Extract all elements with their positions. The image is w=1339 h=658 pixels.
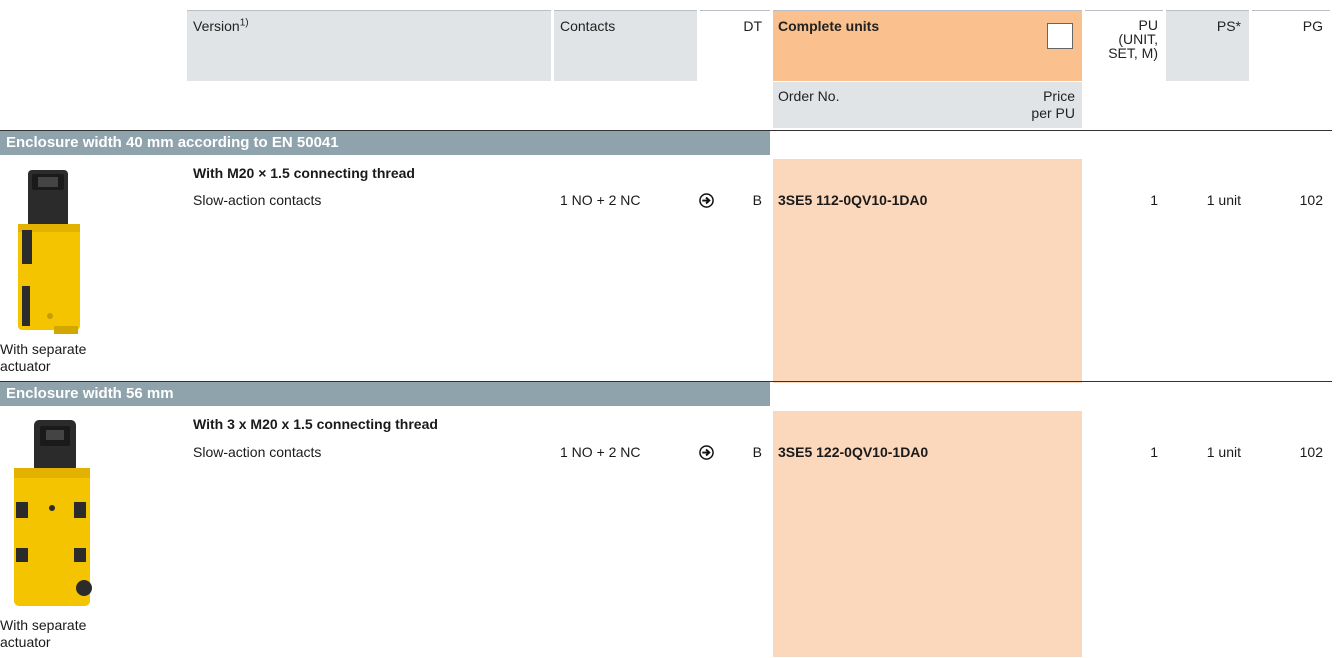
row-dt: B bbox=[752, 444, 762, 460]
row-pg: 102 bbox=[1299, 192, 1323, 208]
row-pu: 1 bbox=[1150, 192, 1158, 208]
row-pu: 1 bbox=[1150, 444, 1158, 460]
row-contacts: 1 NO + 2 NC bbox=[560, 444, 641, 460]
row-pg: 102 bbox=[1299, 444, 1323, 460]
header-price-label: Price per PU bbox=[1031, 88, 1075, 121]
row-contacts: 1 NO + 2 NC bbox=[560, 192, 641, 208]
header-complete-units-label: Complete units bbox=[778, 18, 880, 34]
version-text: Version bbox=[193, 18, 240, 34]
header-contacts-label: Contacts bbox=[560, 18, 616, 34]
row-subtitle: With M20 × 1.5 connecting thread bbox=[193, 165, 415, 181]
header-dt-label: DT bbox=[743, 18, 762, 34]
pu-label-text: PU (UNIT, SET, M) bbox=[1108, 17, 1158, 61]
version-footnote-mark: 1) bbox=[239, 17, 249, 29]
product-caption: With separate actuator bbox=[0, 341, 87, 374]
header-pu-label: PU (UNIT, SET, M) bbox=[1085, 18, 1158, 60]
header-ps-label: PS* bbox=[1216, 18, 1241, 34]
row-ps: 1 unit bbox=[1206, 444, 1241, 460]
header-pg-label: PG bbox=[1302, 18, 1323, 34]
row-order-no: 3SE5 122-0QV10-1DA0 bbox=[778, 444, 929, 460]
section-title: Enclosure width 56 mm bbox=[0, 382, 770, 406]
safety-switch-product-image bbox=[14, 420, 92, 606]
row-dt: B bbox=[752, 192, 762, 208]
row-order-no: 3SE5 112-0QV10-1DA0 bbox=[778, 192, 928, 208]
row-version: Slow-action contacts bbox=[193, 444, 322, 460]
row-ps: 1 unit bbox=[1206, 192, 1241, 208]
header-version-label: Version1) bbox=[193, 18, 249, 35]
header-order-no-label: Order No. bbox=[778, 88, 840, 104]
section-title: Enclosure width 40 mm according to EN 50… bbox=[0, 131, 770, 155]
row-version: Slow-action contacts bbox=[193, 192, 322, 208]
checkbox-icon[interactable] bbox=[1047, 23, 1073, 49]
row-subtitle: With 3 x M20 x 1.5 connecting thread bbox=[193, 416, 438, 432]
product-caption: With separate actuator bbox=[0, 617, 87, 650]
safety-switch-product-image bbox=[18, 170, 80, 334]
